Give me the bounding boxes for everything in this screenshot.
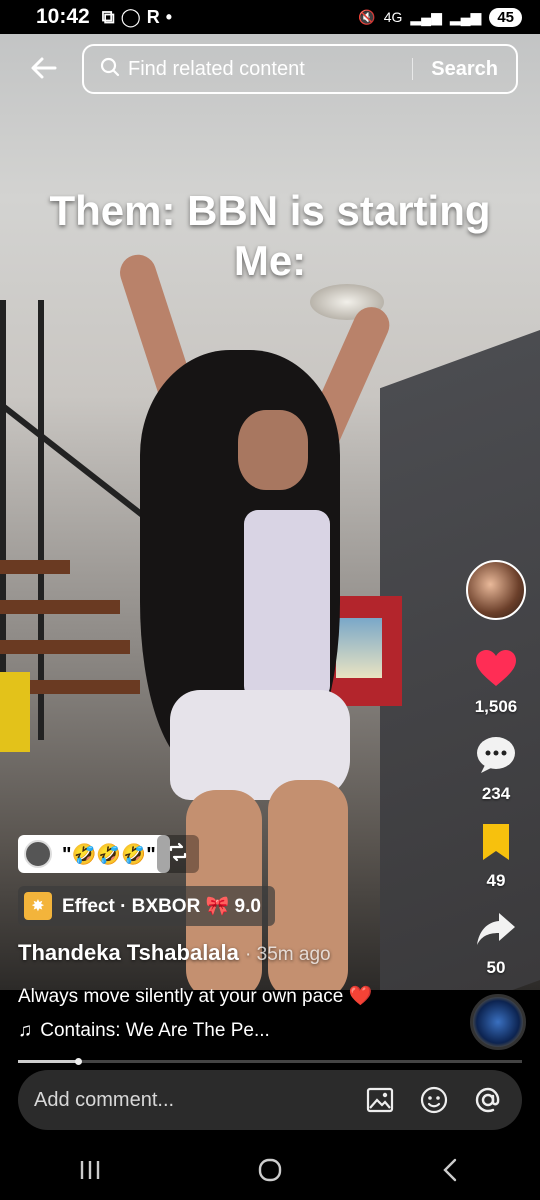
image-icon[interactable] — [362, 1082, 398, 1118]
system-icons: 🔇 4G ▂▄▆ ▂▄▆ 45 — [358, 7, 522, 27]
action-rail: 1,506 234 49 50 — [464, 560, 528, 996]
home-icon[interactable] — [250, 1150, 290, 1190]
caption-line-2: Me: — [233, 237, 307, 284]
back-arrow-icon[interactable] — [26, 50, 62, 86]
author-name[interactable]: Thandeka Tshabalala — [18, 940, 239, 965]
comment-bubble-icon — [475, 735, 517, 780]
comment-count: 234 — [481, 784, 511, 803]
search-icon — [100, 57, 120, 82]
signal-icon: ▂▄▆ — [410, 8, 442, 25]
like-button[interactable]: 1,506 — [474, 648, 518, 717]
status-time: 10:42 — [36, 5, 90, 28]
whatsapp-icon: ◯ — [120, 6, 141, 27]
effect-tag[interactable]: ✸ Effect · BXBOR 🎀 9.0 — [18, 886, 275, 926]
video-progress-bar[interactable] — [18, 1058, 522, 1065]
post-description[interactable]: Always move silently at your own pace ❤️ — [18, 984, 372, 1008]
post-time: · 35m ago — [245, 944, 331, 965]
recent-apps-icon[interactable] — [70, 1150, 110, 1190]
share-count: 50 — [486, 958, 506, 977]
system-nav-bar — [0, 1140, 540, 1200]
search-bar[interactable]: Find related content Search — [82, 44, 518, 94]
dancer-face — [238, 410, 308, 490]
effect-icon: ✸ — [24, 892, 52, 920]
battery-indicator: 45 — [489, 7, 522, 27]
save-count: 49 — [486, 871, 506, 890]
music-note-icon: ♫ — [18, 1020, 33, 1041]
sticker-avatar — [24, 840, 52, 868]
repost-button[interactable] — [157, 835, 199, 873]
notification-icons: ⧉ ◯ R • — [102, 7, 172, 28]
r-app-icon: R — [146, 6, 160, 27]
heart-icon — [474, 648, 518, 693]
video-caption: Them: BBN is starting Me: — [0, 186, 540, 286]
music-row[interactable]: ♫ Contains: We Are The Pe... — [18, 1020, 270, 1042]
repost-icon — [166, 840, 190, 869]
dancer-top — [244, 510, 330, 700]
emoji-pill-text: "🤣🤣🤣" — [62, 843, 156, 866]
like-count: 1,506 — [474, 697, 518, 716]
share-button[interactable]: 50 — [475, 909, 517, 978]
painting — [336, 618, 382, 678]
author-avatar[interactable] — [466, 560, 526, 620]
comment-button[interactable]: 234 — [475, 735, 517, 804]
music-title: Contains: We Are The Pe... — [40, 1020, 270, 1041]
emoji-icon[interactable] — [416, 1082, 452, 1118]
network-type: 4G — [383, 9, 403, 25]
comment-input[interactable]: Add comment... — [34, 1089, 344, 1112]
comment-bar[interactable]: Add comment... — [18, 1070, 522, 1130]
mention-icon[interactable] — [470, 1082, 506, 1118]
search-button[interactable]: Search — [413, 58, 516, 81]
signal-icon-2: ▂▄▆ — [449, 8, 482, 25]
yellow-bag — [0, 672, 30, 752]
back-nav-icon[interactable] — [430, 1150, 470, 1190]
author-line[interactable]: Thandeka Tshabalala · 35m ago — [18, 940, 331, 966]
mute-icon: 🔇 — [358, 8, 376, 25]
effect-label: Effect · BXBOR 🎀 9.0 — [62, 896, 261, 917]
share-arrow-icon — [475, 909, 517, 954]
emoji-sticker-pill[interactable]: "🤣🤣🤣" — [18, 835, 170, 873]
progress-fill — [18, 1060, 79, 1063]
status-bar: 10:42 ⧉ ◯ R • 🔇 4G ▂▄▆ ▂▄▆ 45 — [0, 0, 540, 34]
dot-icon: • — [165, 6, 173, 27]
bookmark-icon — [479, 822, 513, 867]
music-disc-icon[interactable] — [470, 994, 526, 1050]
caption-line-1: Them: BBN is starting — [49, 187, 491, 234]
search-input[interactable]: Find related content — [128, 58, 412, 81]
screenshot-icon: ⧉ — [101, 6, 115, 27]
save-button[interactable]: 49 — [479, 822, 513, 891]
